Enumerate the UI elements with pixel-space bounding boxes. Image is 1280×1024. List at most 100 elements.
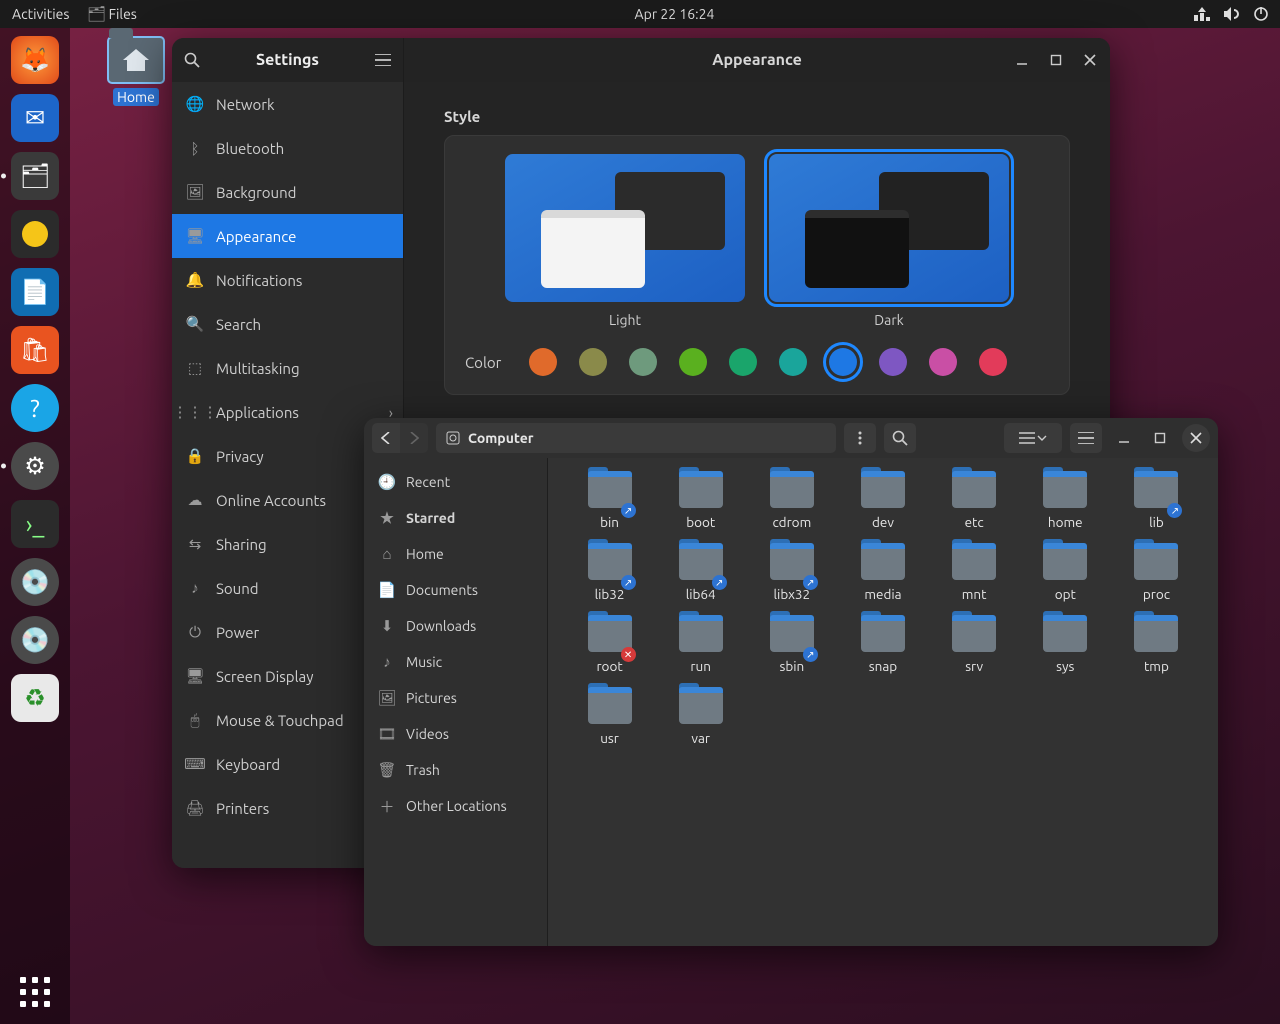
folder-lib32[interactable]: ↗lib32 — [566, 540, 654, 612]
starred-icon: ★ — [378, 509, 396, 527]
maximize-button[interactable] — [1042, 46, 1070, 74]
places-label: Recent — [406, 474, 450, 490]
color-swatch-6[interactable] — [829, 348, 857, 376]
places-other-locations[interactable]: ＋Other Locations — [364, 788, 547, 824]
folder-srv[interactable]: srv — [930, 612, 1018, 684]
theme-option-dark[interactable]: Dark — [769, 154, 1009, 328]
folder-home[interactable]: home — [1021, 468, 1109, 540]
places-downloads[interactable]: ⬇Downloads — [364, 608, 547, 644]
folder-sys[interactable]: sys — [1021, 612, 1109, 684]
minimize-button[interactable] — [1008, 46, 1036, 74]
places-home[interactable]: ⌂Home — [364, 536, 547, 572]
dock-app-software[interactable]: 🛍 — [11, 326, 59, 374]
folder-opt[interactable]: opt — [1021, 540, 1109, 612]
show-applications-button[interactable] — [17, 974, 53, 1010]
dock-app-trash[interactable]: ♻ — [11, 674, 59, 722]
kebab-menu-button[interactable] — [844, 423, 876, 453]
folder-libx32[interactable]: ↗libx32 — [748, 540, 836, 612]
places-music[interactable]: ♪Music — [364, 644, 547, 680]
folder-dev[interactable]: dev — [839, 468, 927, 540]
files-minimize-button[interactable] — [1110, 424, 1138, 452]
places-label: Home — [406, 546, 444, 562]
folder-icon — [679, 690, 723, 724]
folder-snap[interactable]: snap — [839, 612, 927, 684]
dock-app-settings[interactable]: ⚙ — [11, 442, 59, 490]
files-maximize-button[interactable] — [1146, 424, 1174, 452]
dock-app-rhythmbox[interactable] — [11, 210, 59, 258]
theme-option-light[interactable]: Light — [505, 154, 745, 328]
dock-app-files[interactable]: 🗂 — [11, 152, 59, 200]
places-label: Other Locations — [406, 798, 507, 814]
places-documents[interactable]: 📄Documents — [364, 572, 547, 608]
files-grid[interactable]: ↗binbootcdromdevetchome↗lib↗lib32↗lib64↗… — [548, 458, 1218, 946]
files-close-button[interactable] — [1182, 424, 1210, 452]
hamburger-menu-button[interactable] — [369, 46, 397, 74]
dock-app-thunderbird[interactable]: ✉ — [11, 94, 59, 142]
folder-lib[interactable]: ↗lib — [1112, 468, 1200, 540]
folder-var[interactable]: var — [657, 684, 745, 756]
places-pictures[interactable]: 🖼Pictures — [364, 680, 547, 716]
folder-cdrom[interactable]: cdrom — [748, 468, 836, 540]
settings-nav-label: Background — [216, 184, 296, 201]
files-search-button[interactable] — [884, 423, 916, 453]
dock-app-writer[interactable]: 📄 — [11, 268, 59, 316]
folder-boot[interactable]: boot — [657, 468, 745, 540]
places-trash[interactable]: 🗑Trash — [364, 752, 547, 788]
close-button[interactable] — [1076, 46, 1104, 74]
settings-nav-notifications[interactable]: 🔔Notifications — [172, 258, 403, 302]
color-swatch-5[interactable] — [779, 348, 807, 376]
dock-app-disk1[interactable]: 💿 — [11, 558, 59, 606]
nav-back-button[interactable] — [372, 423, 400, 453]
color-swatch-9[interactable] — [979, 348, 1007, 376]
settings-nav-network[interactable]: 🌐Network — [172, 82, 403, 126]
color-swatch-1[interactable] — [579, 348, 607, 376]
color-swatch-2[interactable] — [629, 348, 657, 376]
folder-bin[interactable]: ↗bin — [566, 468, 654, 540]
settings-nav-background[interactable]: 🖼Background — [172, 170, 403, 214]
places-videos[interactable]: 🎞Videos — [364, 716, 547, 752]
clock[interactable]: Apr 22 16:24 — [635, 6, 715, 22]
dock-app-terminal[interactable]: ›_ — [11, 500, 59, 548]
folder-media[interactable]: media — [839, 540, 927, 612]
places-starred[interactable]: ★Starred — [364, 500, 547, 536]
places-recent[interactable]: 🕘Recent — [364, 464, 547, 500]
view-list-button[interactable] — [1004, 423, 1062, 453]
screen-display-icon: 🖥 — [186, 667, 204, 685]
volume-icon[interactable] — [1224, 7, 1240, 21]
system-tray[interactable] — [1194, 7, 1268, 21]
symlink-badge-icon: ↗ — [803, 647, 818, 662]
color-swatch-4[interactable] — [729, 348, 757, 376]
color-swatch-0[interactable] — [529, 348, 557, 376]
path-bar[interactable]: Computer — [436, 423, 836, 453]
settings-nav-bluetooth[interactable]: ᛒBluetooth — [172, 126, 403, 170]
folder-usr[interactable]: usr — [566, 684, 654, 756]
settings-nav-multitasking[interactable]: ⬚Multitasking — [172, 346, 403, 390]
files-hamburger-button[interactable] — [1070, 423, 1102, 453]
nav-forward-button[interactable] — [400, 423, 428, 453]
folder-sbin[interactable]: ↗sbin — [748, 612, 836, 684]
folder-etc[interactable]: etc — [930, 468, 1018, 540]
color-swatch-7[interactable] — [879, 348, 907, 376]
app-menu[interactable]: 🗂 Files — [87, 5, 136, 23]
desktop-icon-home[interactable]: Home — [100, 36, 172, 106]
settings-nav-search[interactable]: 🔍Search — [172, 302, 403, 346]
settings-nav-appearance[interactable]: 🖥Appearance — [172, 214, 403, 258]
color-swatch-3[interactable] — [679, 348, 707, 376]
folder-root[interactable]: ✕root — [566, 612, 654, 684]
folder-proc[interactable]: proc — [1112, 540, 1200, 612]
color-swatch-8[interactable] — [929, 348, 957, 376]
search-button[interactable] — [178, 46, 206, 74]
network-icon[interactable] — [1194, 7, 1210, 21]
dock-app-firefox[interactable]: 🦊 — [11, 36, 59, 84]
folder-tmp[interactable]: tmp — [1112, 612, 1200, 684]
no-access-badge-icon: ✕ — [621, 647, 636, 662]
folder-lib64[interactable]: ↗lib64 — [657, 540, 745, 612]
folder-mnt[interactable]: mnt — [930, 540, 1018, 612]
power-icon[interactable] — [1254, 7, 1268, 21]
dock-app-help[interactable]: ? — [11, 384, 59, 432]
dock: 🦊 ✉ 🗂 📄 🛍 ? ⚙ ›_ 💿 💿 ♻ — [0, 28, 70, 1024]
activities-button[interactable]: Activities — [12, 6, 69, 22]
folder-run[interactable]: run — [657, 612, 745, 684]
settings-nav-label: Sound — [216, 580, 259, 597]
dock-app-disk2[interactable]: 💿 — [11, 616, 59, 664]
